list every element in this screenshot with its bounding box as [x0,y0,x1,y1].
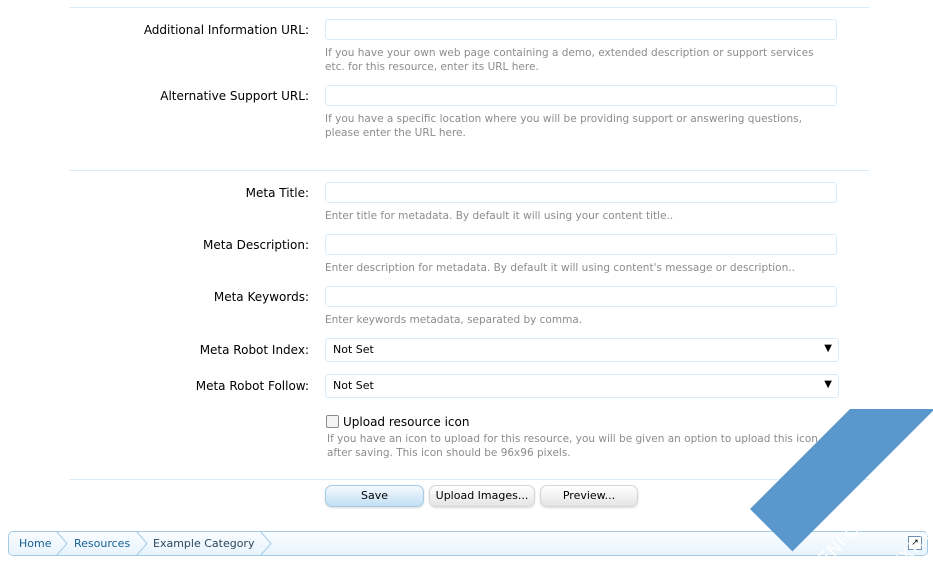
meta-description-label: Meta Description: [203,238,309,252]
additional-info-url-help: If you have your own web page containing… [325,47,814,73]
meta-title-input[interactable] [325,182,837,203]
upload-icon-help: If you have an icon to upload for this r… [327,433,818,459]
upload-icon-checkbox[interactable] [326,415,339,428]
meta-robot-index-select[interactable]: Not Set ▼ [325,338,839,362]
breadcrumb-home[interactable]: Home [19,532,51,555]
dropdown-arrow-icon: ▼ [824,379,832,390]
meta-description-input[interactable] [325,234,837,255]
meta-robot-follow-value: Not Set [333,379,374,392]
breadcrumb-separator-icon [260,532,272,555]
breadcrumb-separator-icon [136,532,148,555]
meta-robot-follow-label: Meta Robot Follow: [195,379,309,393]
meta-description-help: Enter description for metadata. By defau… [325,262,795,274]
jump-menu-icon[interactable]: ↗ [908,536,922,550]
alternative-support-url-help: If you have a specific location where yo… [325,113,802,139]
alternative-support-url-label: Alternative Support URL: [160,89,309,103]
meta-keywords-input[interactable] [325,286,837,307]
meta-title-help: Enter title for metadata. By default it … [325,210,674,222]
preview-button[interactable]: Preview... [540,485,638,507]
top-divider [69,7,869,8]
breadcrumb: Home Resources Example Category [8,531,928,556]
meta-robot-follow-select[interactable]: Not Set ▼ [325,374,839,398]
meta-keywords-label: Meta Keywords: [213,290,309,304]
alternative-support-url-input[interactable] [325,85,837,106]
breadcrumb-separator-icon [56,532,68,555]
buttons-divider [69,479,869,480]
save-button[interactable]: Save [325,485,424,507]
meta-title-label: Meta Title: [245,186,309,200]
upload-images-button[interactable]: Upload Images... [429,485,535,507]
meta-robot-index-label: Meta Robot Index: [199,343,309,357]
breadcrumb-resources[interactable]: Resources [74,532,130,555]
additional-info-url-label: Additional Information URL: [143,23,309,37]
section-divider [69,170,869,171]
additional-info-url-input[interactable] [325,19,837,40]
breadcrumb-example-category[interactable]: Example Category [153,532,254,555]
dropdown-arrow-icon: ▼ [824,343,832,354]
meta-robot-index-value: Not Set [333,343,374,356]
meta-keywords-help: Enter keywords metadata, separated by co… [325,314,583,326]
upload-icon-label[interactable]: Upload resource icon [343,415,469,429]
